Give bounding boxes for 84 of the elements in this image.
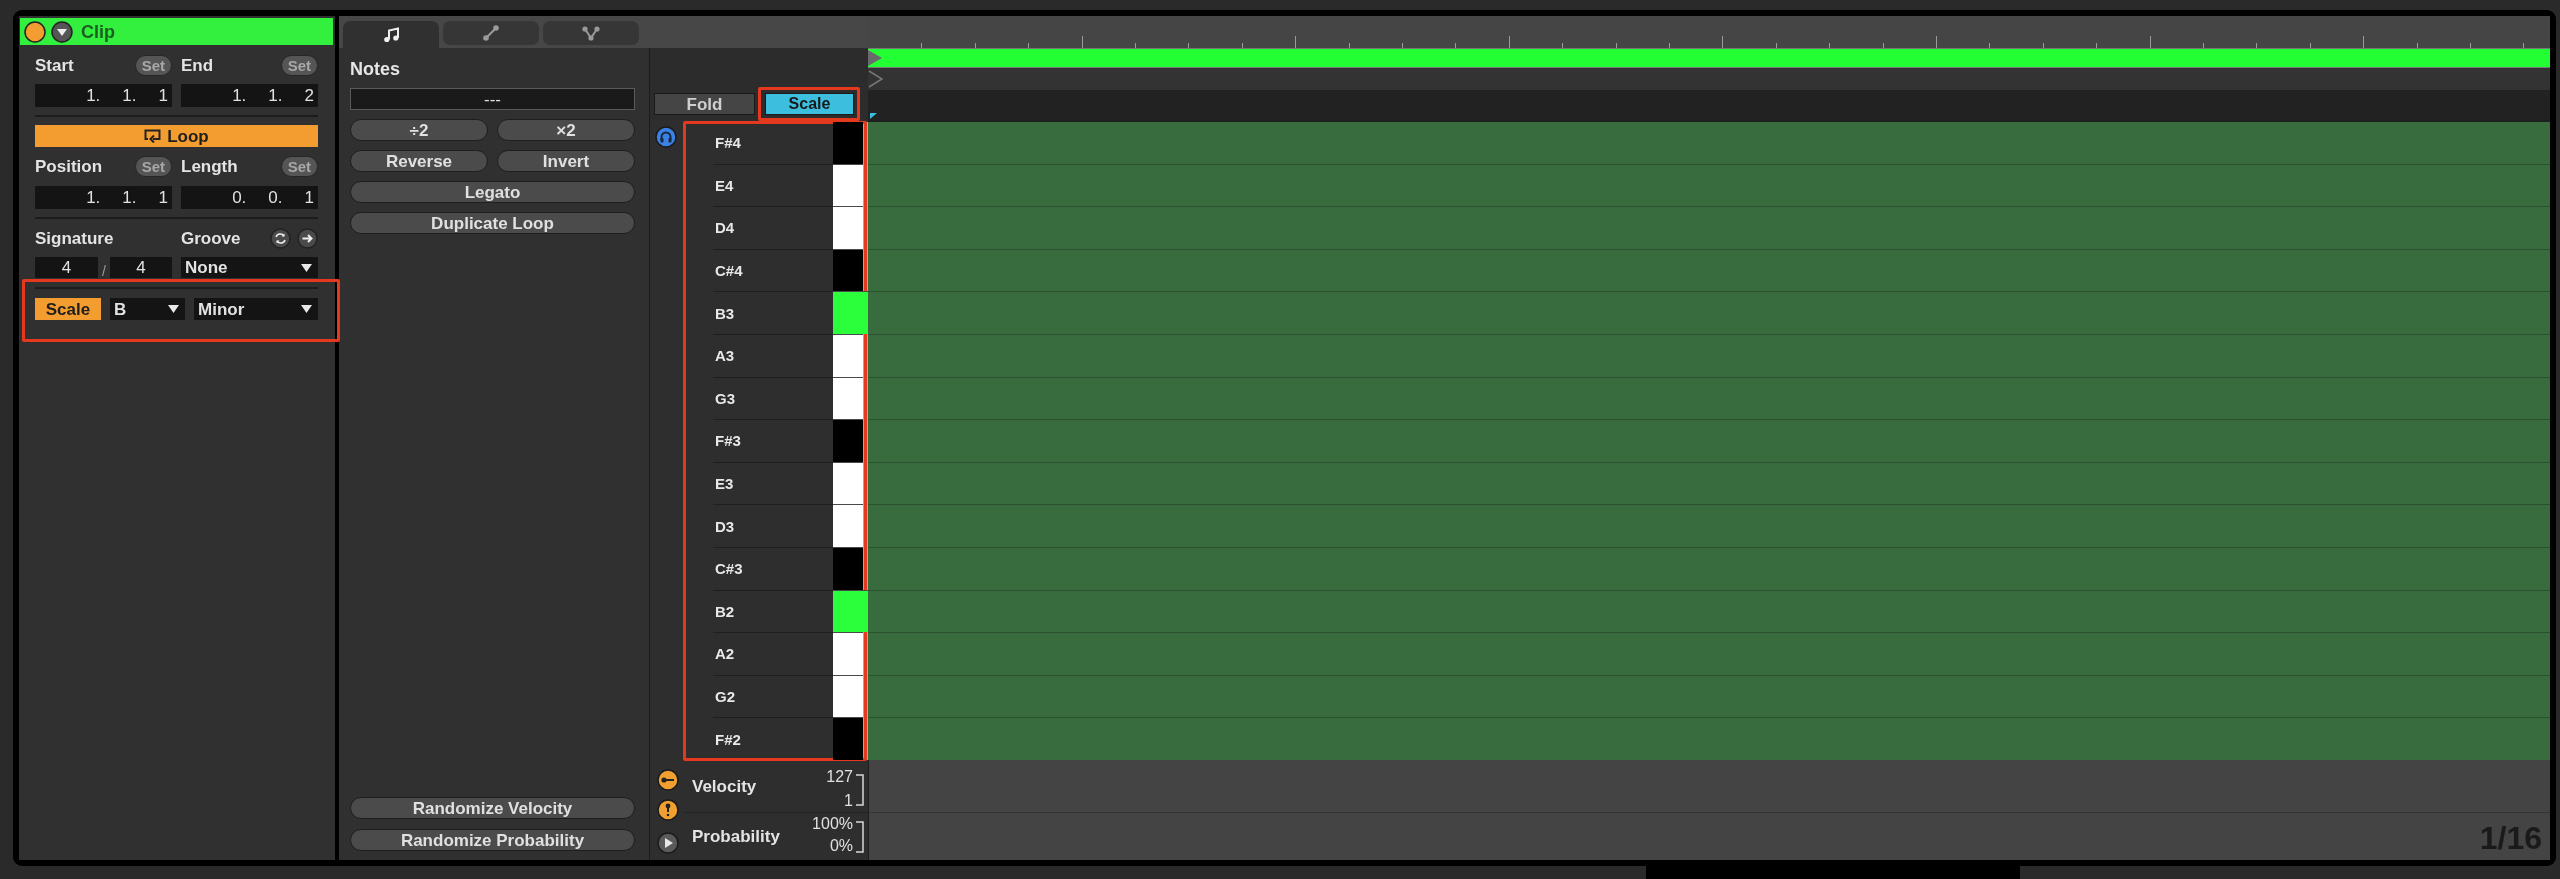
loop-button[interactable]: Loop bbox=[35, 125, 318, 147]
diagonal-line-icon bbox=[483, 25, 499, 41]
arrow-right-icon[interactable] bbox=[297, 228, 318, 249]
note-label: E4 bbox=[715, 177, 734, 193]
note-label: E3 bbox=[715, 476, 734, 492]
exclamation-icon[interactable] bbox=[656, 799, 679, 821]
note-label: G2 bbox=[715, 689, 735, 704]
lane-label: Probability bbox=[692, 828, 780, 845]
marker-icon[interactable] bbox=[868, 70, 883, 88]
headphones-icon[interactable] bbox=[655, 126, 677, 148]
root-note-dropdown[interactable]: B bbox=[110, 298, 185, 320]
lane-min-value: 0% bbox=[829, 838, 853, 854]
field-label: Signature bbox=[35, 230, 114, 247]
piano-key[interactable] bbox=[833, 546, 863, 590]
slash-separator: / bbox=[101, 262, 107, 278]
note-label: D4 bbox=[715, 220, 735, 236]
groove-dropdown[interactable]: None bbox=[181, 257, 318, 278]
tab[interactable] bbox=[343, 21, 439, 48]
note-field[interactable]: --- bbox=[350, 88, 635, 110]
caret-down-icon bbox=[301, 305, 312, 313]
bracket-icon bbox=[856, 774, 864, 806]
field-label: Groove bbox=[181, 230, 241, 247]
field-label: Length bbox=[181, 158, 238, 175]
caret-down-icon bbox=[301, 263, 312, 272]
note-label: D3 bbox=[715, 518, 735, 534]
piano-key[interactable] bbox=[833, 504, 863, 547]
note-label: B2 bbox=[715, 603, 735, 619]
note-label: A2 bbox=[715, 646, 735, 662]
piano-key[interactable] bbox=[833, 632, 863, 675]
piano-key[interactable] bbox=[833, 333, 863, 377]
caret-down-icon bbox=[168, 305, 179, 313]
piano-key[interactable] bbox=[833, 291, 868, 334]
lane-max-value: 127 bbox=[826, 769, 853, 785]
note-label: F#3 bbox=[715, 433, 741, 449]
clip-title: Clip bbox=[81, 22, 115, 41]
time-field[interactable]: 1. 1. 1 bbox=[35, 186, 172, 209]
scale-mode-dropdown[interactable]: Minor bbox=[194, 298, 318, 320]
time-field[interactable]: 1. 1. 1 bbox=[35, 84, 172, 107]
panel-title: Notes bbox=[350, 60, 401, 78]
scale-button[interactable]: Scale bbox=[35, 298, 101, 320]
piano-key[interactable] bbox=[833, 163, 863, 207]
action-button[interactable]: Legato bbox=[350, 181, 635, 203]
signature-field[interactable]: 4 bbox=[35, 257, 98, 278]
fold-button[interactable]: Fold bbox=[654, 93, 755, 115]
action-button[interactable]: Randomize Velocity bbox=[350, 797, 635, 819]
piano-key[interactable] bbox=[833, 461, 863, 505]
refresh-icon[interactable] bbox=[270, 228, 291, 249]
field-label: Position bbox=[35, 158, 103, 175]
action-button[interactable]: Randomize Probability bbox=[350, 829, 635, 851]
bracket-icon bbox=[856, 821, 864, 853]
field-label: End bbox=[181, 57, 214, 74]
piano-key[interactable] bbox=[833, 589, 868, 633]
note-label: B3 bbox=[715, 305, 735, 321]
piano-key[interactable] bbox=[833, 674, 863, 718]
note-label: F#4 bbox=[715, 135, 741, 151]
lane-min-value: 1 bbox=[844, 793, 853, 809]
lollipop-icon[interactable] bbox=[656, 769, 679, 791]
field-label: Start bbox=[35, 57, 74, 74]
piano-key[interactable] bbox=[833, 206, 863, 249]
scale-button[interactable]: Scale bbox=[765, 93, 854, 115]
action-button[interactable]: Reverse bbox=[350, 150, 488, 172]
fork-icon bbox=[582, 25, 600, 41]
piano-key[interactable] bbox=[833, 376, 863, 420]
signature-field[interactable]: 4 bbox=[110, 257, 172, 278]
loop-icon bbox=[144, 129, 162, 143]
lane-label: Velocity bbox=[692, 777, 757, 795]
note-label: A3 bbox=[715, 348, 735, 364]
lane-max-value: 100% bbox=[812, 816, 853, 832]
note-label: G3 bbox=[715, 390, 735, 406]
action-button[interactable]: ÷2 bbox=[350, 119, 488, 141]
action-button[interactable]: ×2 bbox=[497, 119, 635, 141]
play-icon[interactable] bbox=[656, 832, 679, 854]
note-label: C#4 bbox=[715, 263, 743, 279]
note-label: C#3 bbox=[715, 561, 743, 577]
note-label: F#2 bbox=[715, 731, 741, 747]
caret-down-icon[interactable] bbox=[51, 20, 73, 43]
music-note-icon bbox=[382, 26, 400, 43]
status-dot-icon[interactable] bbox=[24, 20, 46, 43]
action-button[interactable]: Invert bbox=[497, 150, 635, 172]
time-field[interactable]: 0. 0. 1 bbox=[181, 186, 318, 209]
time-field[interactable]: 1. 1. 2 bbox=[181, 84, 318, 107]
loop-bar[interactable] bbox=[868, 48, 2550, 68]
piano-key[interactable] bbox=[833, 248, 863, 292]
action-button[interactable]: Duplicate Loop bbox=[350, 212, 635, 234]
